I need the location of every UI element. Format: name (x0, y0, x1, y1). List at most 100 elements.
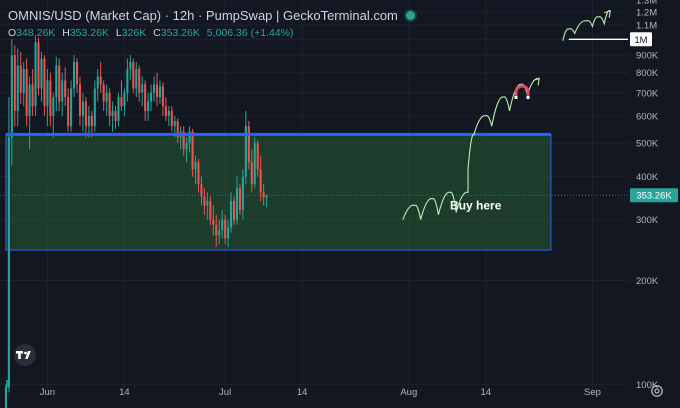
candle (13, 45, 16, 127)
ohlc-high-key: H (62, 27, 70, 39)
candle-body (197, 162, 200, 185)
y-tick-label: 700K (636, 88, 659, 99)
candle-body (209, 200, 212, 220)
candle (75, 58, 79, 93)
y-tick-label: 200K (636, 276, 659, 287)
candle-body (235, 188, 239, 220)
candle-body (173, 120, 176, 127)
candle (158, 80, 161, 104)
ohlc-close-value: 353.26K (160, 27, 200, 39)
candle (105, 84, 108, 116)
candle-body (81, 101, 84, 116)
candle (93, 80, 96, 132)
candle-body (259, 169, 262, 193)
candle-body (22, 69, 25, 93)
candle (244, 110, 247, 185)
candle-body (194, 162, 197, 170)
candle-body (141, 84, 144, 93)
candle (117, 92, 120, 127)
candle (55, 56, 58, 111)
candle (31, 69, 34, 116)
candle (120, 80, 123, 111)
y-tick-label: 1.2M (636, 7, 657, 18)
candle (34, 36, 37, 116)
candle (164, 97, 167, 121)
candle-body (238, 188, 241, 211)
candle-body (28, 84, 31, 116)
candle (114, 106, 117, 129)
settings-icon[interactable] (650, 384, 664, 398)
candle-body (153, 84, 156, 93)
candle-body (185, 143, 188, 150)
candle (170, 106, 173, 132)
candle (144, 80, 147, 121)
last-price-tag-label: 353.26K (636, 191, 672, 202)
x-tick-label: 14 (119, 387, 130, 398)
candle-body (158, 86, 161, 98)
candle (49, 72, 52, 127)
tradingview-logo-icon[interactable] (10, 344, 40, 366)
candle-body (4, 387, 7, 408)
candle-body (253, 143, 256, 185)
projection-arrow-path-upper (562, 9, 611, 41)
ohlc-low-key: L (115, 27, 122, 39)
candle-body (40, 58, 43, 89)
candle (253, 137, 256, 189)
target-price-tag: 1M (630, 32, 652, 47)
candle-body (67, 97, 70, 127)
candle-body (111, 110, 114, 116)
candle (78, 76, 82, 127)
candle (102, 80, 105, 111)
candle-body (43, 58, 46, 107)
ohlc-close-key: C (153, 27, 161, 39)
candle (247, 120, 250, 170)
candle-body (114, 110, 117, 121)
candle-body (19, 65, 22, 93)
candle (37, 37, 40, 95)
candle-body (256, 143, 259, 170)
x-tick-label: 14 (481, 387, 492, 398)
candle (87, 106, 90, 138)
price-chart[interactable]: Buy here 1.3M1.2M 1.1M 1M 900K 800K 700K 600K 5… (0, 0, 680, 408)
candle-body (34, 42, 37, 107)
buy-here-label: Buy here (450, 198, 502, 212)
candle-body (170, 110, 173, 127)
candle-body (108, 92, 111, 116)
candle-body (55, 65, 58, 98)
x-axis[interactable]: Jun 14 Jul 14 Aug 14 Sep (40, 387, 601, 398)
candle-body (191, 131, 194, 170)
y-tick-label: 900K (636, 51, 659, 62)
candle (132, 58, 135, 93)
candle (99, 61, 102, 93)
candle-body (215, 224, 218, 236)
candle-body (87, 115, 90, 127)
candle-body (84, 101, 87, 127)
ohlc-open-key: O (8, 27, 17, 39)
candle-body (218, 230, 221, 236)
candle (126, 58, 129, 102)
last-price-tag: 353.26K (630, 188, 678, 203)
candle (153, 76, 156, 102)
candle-body (117, 97, 120, 121)
candle (84, 97, 87, 138)
ohlc-open-value: 348.26K (16, 27, 56, 39)
candle-body (73, 61, 76, 89)
candle-body (135, 69, 138, 89)
candle (155, 72, 159, 107)
candle-body (155, 84, 159, 98)
x-tick-label: Jul (219, 387, 231, 398)
candle-body (126, 69, 129, 93)
y-tick-label: 1.1M (636, 21, 657, 32)
candle-body (224, 219, 227, 239)
candle-body (138, 69, 141, 93)
y-tick-label: 600K (636, 111, 659, 122)
candle-body (132, 61, 135, 89)
candle-body (64, 80, 67, 98)
candle (161, 82, 164, 116)
y-axis[interactable]: 1.3M1.2M 1.1M 1M 900K 800K 700K 600K 500K 400K 30… (628, 0, 680, 408)
candle-body (120, 97, 123, 107)
candle (22, 61, 25, 107)
x-tick-label: 14 (297, 387, 308, 398)
candle-body (105, 92, 108, 102)
ohlc-change: 5,006.36 (+1.44%) (206, 27, 294, 39)
